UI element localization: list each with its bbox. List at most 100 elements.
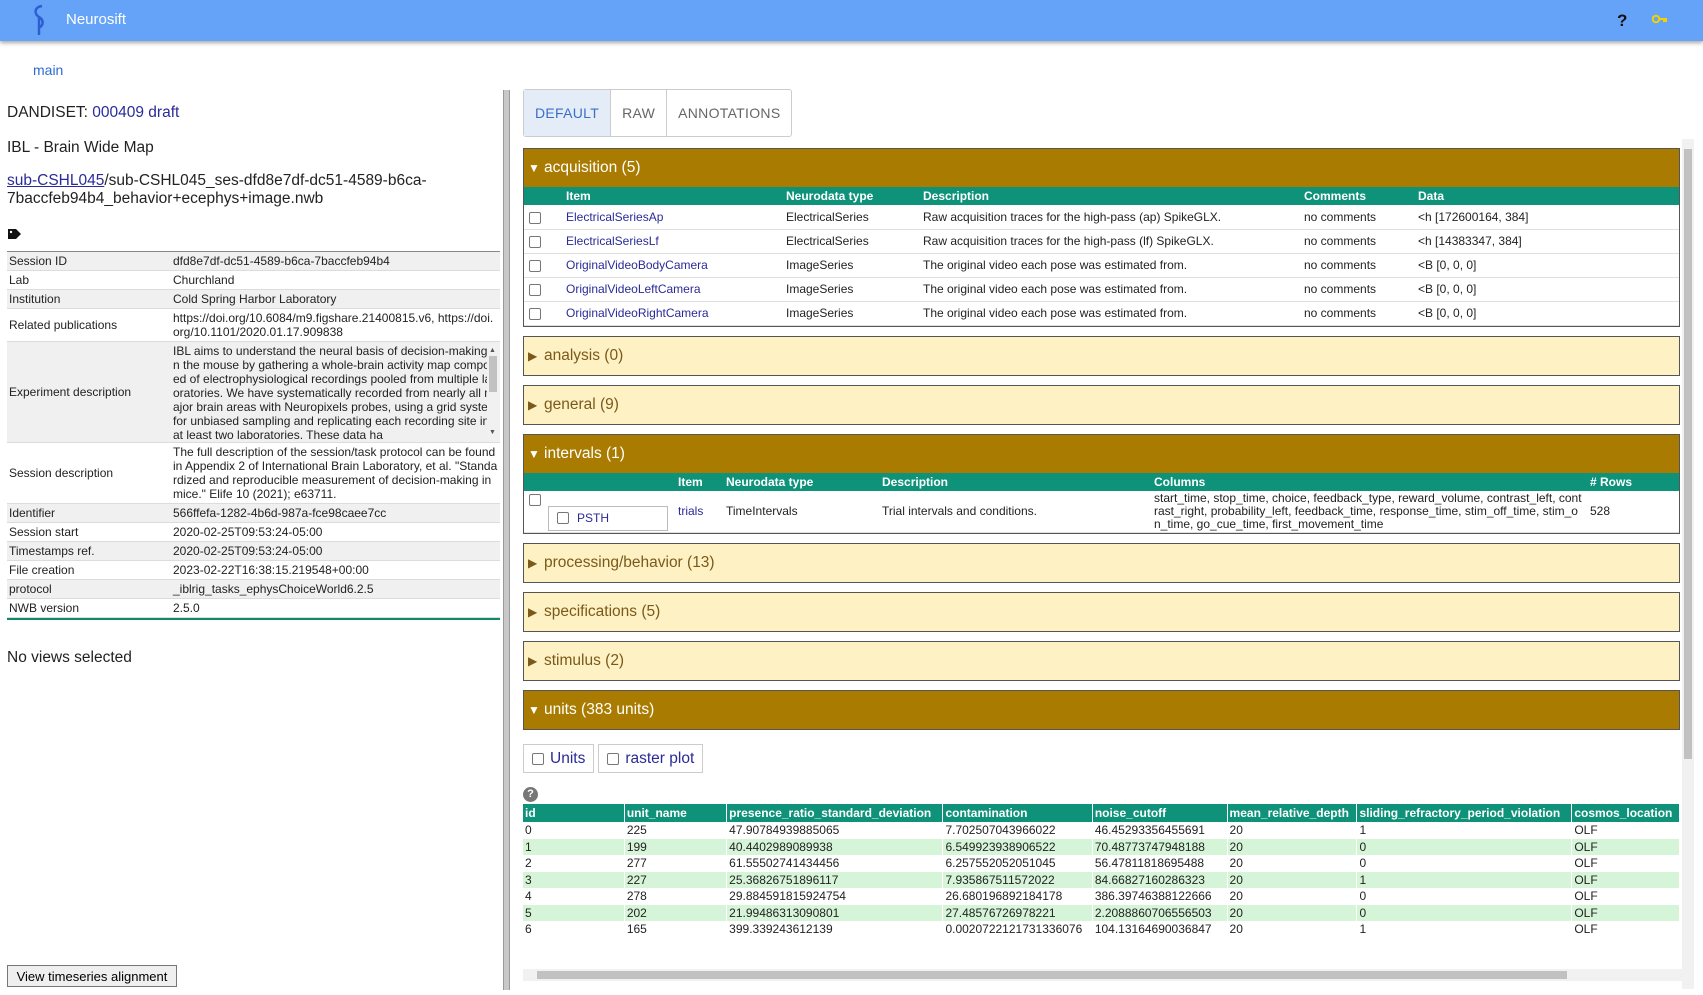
- section-processing-header[interactable]: ▶ processing/behavior (13): [524, 544, 1679, 582]
- col-header[interactable]: mean_relative_depth: [1227, 804, 1358, 822]
- table-cell: 27.48576726978221: [942, 904, 1093, 921]
- trials-link[interactable]: trials: [678, 504, 703, 518]
- col-header[interactable]: noise_cutoff: [1092, 804, 1228, 822]
- neurosift-logo-icon[interactable]: [30, 4, 48, 37]
- units-view-toggle[interactable]: Units: [523, 744, 595, 773]
- metadata-value: Cold Spring Harbor Laboratory: [171, 290, 500, 308]
- experiment-description-text: IBL aims to understand the neural basis …: [173, 344, 498, 442]
- col-header[interactable]: cosmos_location: [1571, 804, 1680, 822]
- section-general-header[interactable]: ▶ general (9): [524, 385, 1679, 424]
- branch-link[interactable]: main: [33, 62, 63, 78]
- col-header: Item: [562, 187, 782, 205]
- table-cell: 6: [523, 921, 625, 938]
- row-checkbox[interactable]: [529, 493, 541, 506]
- table-cell: 4: [523, 888, 625, 905]
- col-header: # Rows: [1586, 472, 1679, 491]
- section-analysis-header[interactable]: ▶ analysis (0): [524, 336, 1679, 375]
- description-scrollbar[interactable]: ▲ ▼: [487, 344, 499, 440]
- metadata-key: Session ID: [7, 252, 171, 270]
- raster-plot-toggle[interactable]: raster plot: [598, 744, 704, 773]
- item-link[interactable]: ElectricalSeriesLf: [566, 234, 659, 248]
- section-general: ▶ general (9): [523, 384, 1680, 425]
- scroll-down-icon[interactable]: ▼: [489, 426, 496, 440]
- section-stimulus-header[interactable]: ▶ stimulus (2): [524, 642, 1679, 680]
- table-cell: 165: [624, 921, 728, 938]
- scroll-thumb[interactable]: [537, 971, 1567, 979]
- row-checkbox[interactable]: [529, 211, 541, 224]
- app-title[interactable]: Neurosift: [66, 11, 126, 28]
- col-header[interactable]: id: [523, 804, 625, 822]
- metadata-value: IBL aims to understand the neural basis …: [171, 342, 500, 442]
- data-shape: <B [0, 0, 0]: [1414, 253, 1679, 278]
- metadata-value: 2.5.0: [171, 599, 500, 617]
- psth-label: PSTH: [577, 511, 610, 526]
- table-cell: 3: [523, 871, 625, 888]
- item-link[interactable]: OriginalVideoLeftCamera: [566, 282, 701, 296]
- scroll-thumb[interactable]: [1684, 149, 1692, 759]
- tag-icon[interactable]: [8, 228, 22, 240]
- help-icon[interactable]: ?: [1617, 11, 1627, 31]
- subject-link[interactable]: sub-CSHL045: [7, 172, 104, 189]
- col-header[interactable]: contamination: [942, 804, 1093, 822]
- table-cell: 2: [523, 855, 625, 872]
- raster-plot-label: raster plot: [625, 749, 695, 767]
- col-header[interactable]: unit_name: [624, 804, 728, 822]
- units-label: Units: [550, 749, 586, 767]
- dandiset-link[interactable]: 000409 draft: [92, 104, 179, 121]
- comments: no comments: [1300, 205, 1414, 230]
- section-units-header[interactable]: ▼ units (383 units): [524, 691, 1679, 729]
- units-checkbox[interactable]: [532, 752, 544, 765]
- key-icon[interactable]: [1652, 13, 1668, 25]
- vertical-scrollbar[interactable]: [1682, 139, 1694, 989]
- section-specifications-header[interactable]: ▶ specifications (5): [524, 593, 1679, 631]
- help-circle-icon[interactable]: ?: [523, 787, 538, 802]
- neurodata-type: ImageSeries: [782, 277, 919, 302]
- row-checkbox[interactable]: [529, 259, 541, 272]
- table-cell: 20: [1227, 838, 1358, 855]
- section-acquisition: ▼ acquisition (5) Item Neurodata type Des…: [523, 148, 1680, 327]
- col-header: Item: [674, 472, 722, 491]
- tab-annotations[interactable]: ANNOTATIONS: [667, 90, 791, 136]
- section-title: analysis (0): [544, 346, 624, 364]
- raster-plot-checkbox[interactable]: [607, 752, 620, 765]
- section-intervals-header[interactable]: ▼ intervals (1): [524, 434, 1679, 473]
- metadata-key: Timestamps ref.: [7, 542, 171, 560]
- scroll-thumb[interactable]: [489, 356, 497, 392]
- item-link[interactable]: OriginalVideoRightCamera: [566, 306, 709, 320]
- col-header[interactable]: presence_ratio_standard_deviation: [726, 804, 944, 822]
- metadata-key: Session description: [7, 443, 171, 503]
- table-cell: 40.4402989089938: [726, 838, 944, 855]
- col-header: Neurodata type: [782, 187, 919, 205]
- col-header[interactable]: sliding_refractory_period_violation: [1356, 804, 1573, 822]
- table-cell: 56.47811818695488: [1092, 855, 1228, 872]
- col-header: Comments: [1300, 187, 1414, 205]
- item-link[interactable]: OriginalVideoBodyCamera: [566, 258, 708, 272]
- col-header: Description: [878, 472, 1150, 491]
- metadata-key: Experiment description: [7, 342, 171, 442]
- neurodata-type: ImageSeries: [782, 301, 919, 326]
- tab-default[interactable]: DEFAULT: [524, 90, 612, 136]
- row-checkbox[interactable]: [529, 235, 541, 248]
- section-acquisition-header[interactable]: ▼ acquisition (5): [524, 149, 1679, 187]
- psth-toggle[interactable]: PSTH: [548, 505, 668, 531]
- dandiset-label: DANDISET:: [7, 104, 88, 121]
- tab-raw[interactable]: RAW: [611, 90, 668, 136]
- col-header: Columns: [1150, 472, 1586, 491]
- table-cell: 20: [1227, 921, 1358, 938]
- metadata-value: Churchland: [171, 271, 500, 289]
- section-title: general (9): [544, 395, 619, 413]
- table-cell: 20: [1227, 855, 1358, 872]
- section-title: processing/behavior (13): [544, 554, 715, 571]
- metadata-row: Session start 2020-02-25T09:53:24-05:00: [7, 523, 500, 542]
- psth-checkbox[interactable]: [557, 512, 569, 525]
- table-cell: 399.339243612139: [726, 921, 944, 938]
- item-link[interactable]: ElectricalSeriesAp: [566, 210, 663, 224]
- neurodata-type: ElectricalSeries: [782, 229, 919, 254]
- row-checkbox[interactable]: [529, 283, 541, 296]
- horizontal-scrollbar[interactable]: [523, 969, 1682, 981]
- view-timeseries-alignment-button[interactable]: View timeseries alignment: [7, 965, 177, 987]
- panel-splitter[interactable]: [503, 90, 510, 990]
- right-panel: DEFAULT RAW ANNOTATIONS ▼ acquisition (5)…: [523, 89, 1703, 989]
- left-panel: DANDISET: 000409 draft IBL - Brain Wide …: [0, 90, 503, 990]
- row-checkbox[interactable]: [529, 307, 541, 320]
